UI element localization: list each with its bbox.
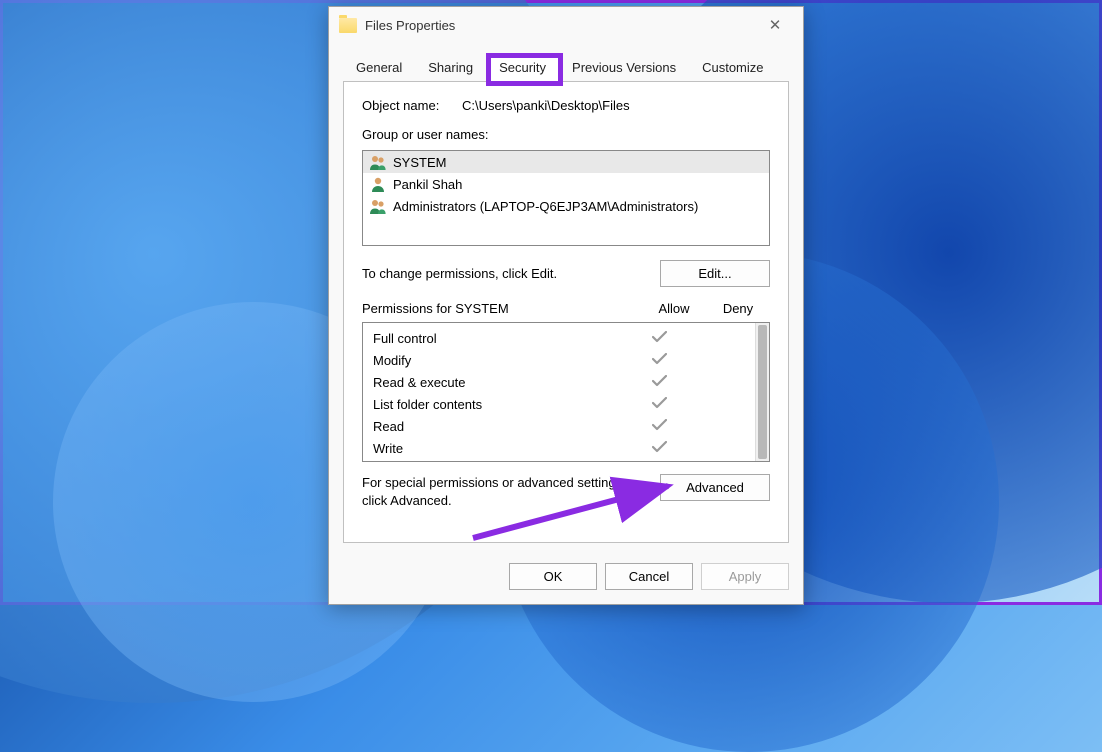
- list-item[interactable]: Administrators (LAPTOP-Q6EJP3AM\Administ…: [363, 195, 769, 217]
- object-name-label: Object name:: [362, 98, 462, 113]
- permission-name: Modify: [373, 353, 627, 368]
- group-user-list[interactable]: SYSTEM Pankil Shah Administrators (LAPTOP-…: [362, 150, 770, 246]
- close-icon[interactable]: ✕: [757, 16, 793, 34]
- tab-security[interactable]: Security: [486, 53, 559, 82]
- group-user-names-label: Group or user names:: [362, 127, 770, 142]
- permission-name: Write: [373, 441, 627, 456]
- apply-button[interactable]: Apply: [701, 563, 789, 590]
- column-deny: Deny: [706, 301, 770, 316]
- permission-name: Read: [373, 419, 627, 434]
- dialog-footer: OK Cancel Apply: [329, 553, 803, 604]
- permission-row: Read & execute: [373, 371, 755, 393]
- users-group-icon: [369, 154, 387, 170]
- tab-previous-versions[interactable]: Previous Versions: [559, 53, 689, 81]
- check-icon: [627, 397, 691, 412]
- advanced-button[interactable]: Advanced: [660, 474, 770, 501]
- check-icon: [627, 375, 691, 390]
- column-allow: Allow: [642, 301, 706, 316]
- check-icon: [627, 419, 691, 434]
- permission-name: List folder contents: [373, 397, 627, 412]
- list-item[interactable]: Pankil Shah: [363, 173, 769, 195]
- window-title: Files Properties: [365, 18, 757, 33]
- scrollbar-thumb[interactable]: [758, 325, 767, 459]
- permission-row: Write: [373, 437, 755, 459]
- list-item-label: Administrators (LAPTOP-Q6EJP3AM\Administ…: [393, 199, 698, 214]
- permission-row: List folder contents: [373, 393, 755, 415]
- permissions-list: Full control Modify Read & execute List fol…: [362, 322, 770, 462]
- users-group-icon: [369, 198, 387, 214]
- object-name-value: C:\Users\panki\Desktop\Files: [462, 98, 630, 113]
- scrollbar[interactable]: [755, 323, 769, 461]
- titlebar[interactable]: Files Properties ✕: [329, 7, 803, 43]
- user-icon: [369, 176, 387, 192]
- cancel-button[interactable]: Cancel: [605, 563, 693, 590]
- check-icon: [627, 441, 691, 456]
- properties-dialog: Files Properties ✕ General Sharing Secur…: [328, 6, 804, 605]
- folder-icon: [339, 18, 357, 33]
- tab-panel-security: Object name: C:\Users\panki\Desktop\File…: [343, 81, 789, 543]
- permission-name: Full control: [373, 331, 627, 346]
- ok-button[interactable]: OK: [509, 563, 597, 590]
- permission-row: Modify: [373, 349, 755, 371]
- change-permissions-hint: To change permissions, click Edit.: [362, 266, 648, 281]
- tab-general[interactable]: General: [343, 53, 415, 81]
- permissions-for-label: Permissions for SYSTEM: [362, 301, 642, 316]
- permission-row: Full control: [373, 327, 755, 349]
- check-icon: [627, 353, 691, 368]
- tab-customize[interactable]: Customize: [689, 53, 776, 81]
- permission-name: Read & execute: [373, 375, 627, 390]
- list-item[interactable]: SYSTEM: [363, 151, 769, 173]
- tab-sharing[interactable]: Sharing: [415, 53, 486, 81]
- advanced-hint: For special permissions or advanced sett…: [362, 474, 648, 510]
- edit-button[interactable]: Edit...: [660, 260, 770, 287]
- tab-strip: General Sharing Security Previous Versio…: [329, 53, 803, 81]
- check-icon: [627, 331, 691, 346]
- list-item-label: Pankil Shah: [393, 177, 462, 192]
- list-item-label: SYSTEM: [393, 155, 446, 170]
- permission-row: Read: [373, 415, 755, 437]
